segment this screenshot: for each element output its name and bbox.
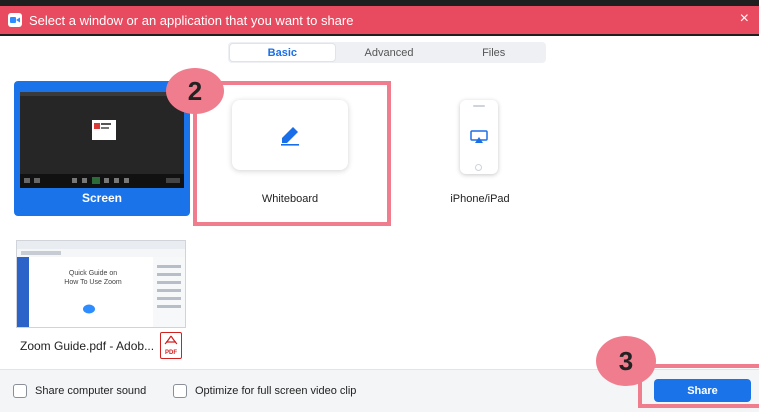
annotation-highlight-whiteboard xyxy=(193,81,391,226)
optimize-video-checkbox[interactable] xyxy=(173,384,187,398)
tab-advanced[interactable]: Advanced xyxy=(337,42,442,63)
share-sound-checkbox[interactable] xyxy=(13,384,27,398)
pdf-window-thumbnail[interactable]: Quick Guide on How To Use Zoom xyxy=(16,240,186,328)
share-type-tabs: Basic Advanced Files xyxy=(228,42,546,63)
step-3-badge: 3 xyxy=(596,336,656,386)
window-title: Select a window or an application that y… xyxy=(29,12,354,28)
optimize-video-option[interactable]: Optimize for full screen video clip xyxy=(173,384,356,398)
phone-home-button xyxy=(475,164,482,171)
share-sound-option[interactable]: Share computer sound xyxy=(13,384,146,398)
step-2-badge: 2 xyxy=(166,68,224,114)
tab-files[interactable]: Files xyxy=(441,42,546,63)
pdf-preview-text: Quick Guide on How To Use Zoom xyxy=(64,270,122,286)
annotation-highlight-share xyxy=(638,364,759,408)
title-bar: Select a window or an application that y… xyxy=(0,0,759,36)
screen-preview-thumbnail xyxy=(20,92,184,188)
zoom-app-icon xyxy=(8,13,22,27)
title-bar-strip: Select a window or an application that y… xyxy=(0,6,759,34)
pdf-badge-text: PDF xyxy=(165,350,177,356)
pdf-file-icon: PDF xyxy=(160,332,182,359)
screen-share-tile[interactable]: Screen xyxy=(14,81,190,216)
iphone-tile-label: iPhone/iPad xyxy=(450,193,510,205)
tab-basic[interactable]: Basic xyxy=(230,44,335,61)
iphone-ipad-share-tile[interactable] xyxy=(460,100,498,174)
pdf-window-label: Zoom Guide.pdf - Adob... xyxy=(20,339,155,353)
airplay-icon xyxy=(470,130,488,143)
share-sound-label: Share computer sound xyxy=(35,385,147,397)
close-icon[interactable]: × xyxy=(740,11,749,27)
screen-tile-label: Screen xyxy=(81,191,123,205)
optimize-video-label: Optimize for full screen video clip xyxy=(195,385,357,397)
phone-notch xyxy=(473,105,485,107)
